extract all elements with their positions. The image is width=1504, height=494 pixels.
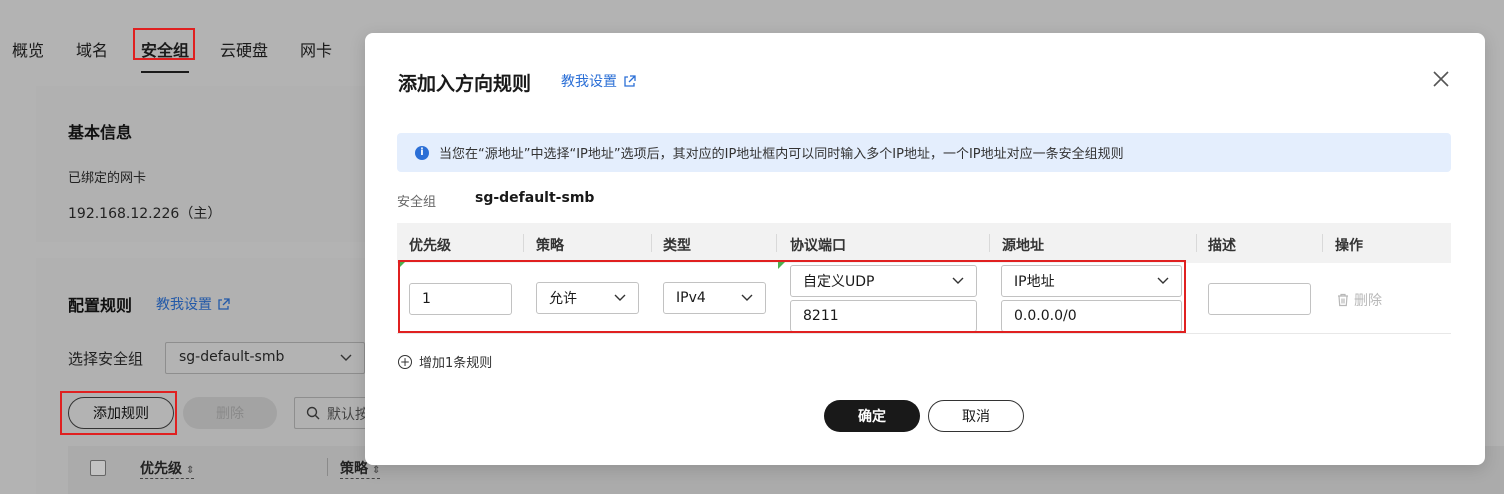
row-delete-action[interactable]: 删除 <box>1336 290 1382 310</box>
sg-value: sg-default-smb <box>475 190 595 206</box>
plus-circle-icon: + <box>398 354 412 369</box>
column-separator <box>327 458 328 476</box>
add-one-rule-link[interactable]: + 增加1条规则 <box>398 352 492 371</box>
sort-icon: ⇕ <box>372 465 381 476</box>
select-sg-value: sg-default-smb <box>179 349 285 365</box>
cancel-button[interactable]: 取消 <box>928 400 1024 432</box>
bound-nic-label: 已绑定的网卡 <box>68 171 147 186</box>
column-separator <box>1196 234 1197 252</box>
column-separator <box>1322 234 1323 252</box>
delete-rule-button[interactable]: 删除 <box>183 397 277 429</box>
search-icon <box>306 406 320 420</box>
row-highlight-box <box>398 260 1186 333</box>
column-separator <box>651 234 652 252</box>
th-policy: 策略 <box>536 238 564 254</box>
trash-icon <box>1338 293 1348 307</box>
tab-highlight-box <box>133 28 195 60</box>
basic-info-title: 基本信息 <box>68 123 133 142</box>
th-description: 描述 <box>1208 238 1236 254</box>
row-delete-label: 删除 <box>1354 293 1382 309</box>
th-type: 类型 <box>663 238 691 254</box>
th-priority: 优先级 <box>409 238 451 254</box>
add-inbound-rule-dialog: 添加入方向规则 教我设置 i 当您在“源地址”中选择“IP地址”选项后，其对应的… <box>365 33 1485 465</box>
bg-th-priority-label: 优先级 <box>140 461 182 477</box>
th-protocol-port: 协议端口 <box>790 238 846 254</box>
chevron-down-icon <box>340 354 352 361</box>
tab-cloud-disk[interactable]: 云硬盘 <box>220 37 268 61</box>
bg-th-priority[interactable]: 优先级 ⇕ <box>140 458 195 479</box>
confirm-button[interactable]: 确定 <box>824 400 920 432</box>
info-text: 当您在“源地址”中选择“IP地址”选项后，其对应的IP地址框内可以同时输入多个I… <box>439 147 1124 162</box>
tab-domain[interactable]: 域名 <box>76 37 108 61</box>
select-all-checkbox[interactable] <box>90 460 106 476</box>
tab-overview[interactable]: 概览 <box>12 37 44 61</box>
config-teach-link[interactable]: 教我设置 <box>156 294 230 314</box>
dialog-teach-link-label: 教我设置 <box>561 74 617 90</box>
add-rule-highlight-box <box>60 391 177 435</box>
info-banner: i 当您在“源地址”中选择“IP地址”选项后，其对应的IP地址框内可以同时输入多… <box>397 133 1451 172</box>
tab-nic[interactable]: 网卡 <box>300 37 332 61</box>
row-divider <box>397 333 1451 334</box>
column-separator <box>776 234 777 252</box>
add-one-rule-label: 增加1条规则 <box>419 356 493 371</box>
column-separator <box>523 234 524 252</box>
description-input[interactable] <box>1208 283 1311 315</box>
rule-search-input[interactable]: 默认按 <box>294 397 374 429</box>
select-sg-label: 选择安全组 <box>68 350 144 368</box>
th-source: 源地址 <box>1002 238 1044 254</box>
search-placeholder: 默认按 <box>327 407 369 423</box>
close-icon[interactable] <box>1431 69 1451 89</box>
dialog-title: 添加入方向规则 <box>398 73 532 95</box>
select-sg-dropdown[interactable]: sg-default-smb <box>165 342 365 374</box>
external-link-icon <box>218 297 230 310</box>
dialog-teach-link[interactable]: 教我设置 <box>561 71 636 91</box>
sort-icon: ⇕ <box>186 465 195 476</box>
info-icon: i <box>415 145 429 160</box>
column-separator <box>989 234 990 252</box>
bound-nic-value: 192.168.12.226（主） <box>68 206 222 222</box>
active-tab-underline <box>141 71 189 73</box>
bg-th-policy-label: 策略 <box>340 461 368 477</box>
config-teach-link-label: 教我设置 <box>156 297 212 313</box>
sg-label: 安全组 <box>397 195 437 210</box>
config-rules-title: 配置规则 <box>68 296 133 315</box>
th-action: 操作 <box>1335 238 1363 254</box>
external-link-icon <box>624 74 636 87</box>
